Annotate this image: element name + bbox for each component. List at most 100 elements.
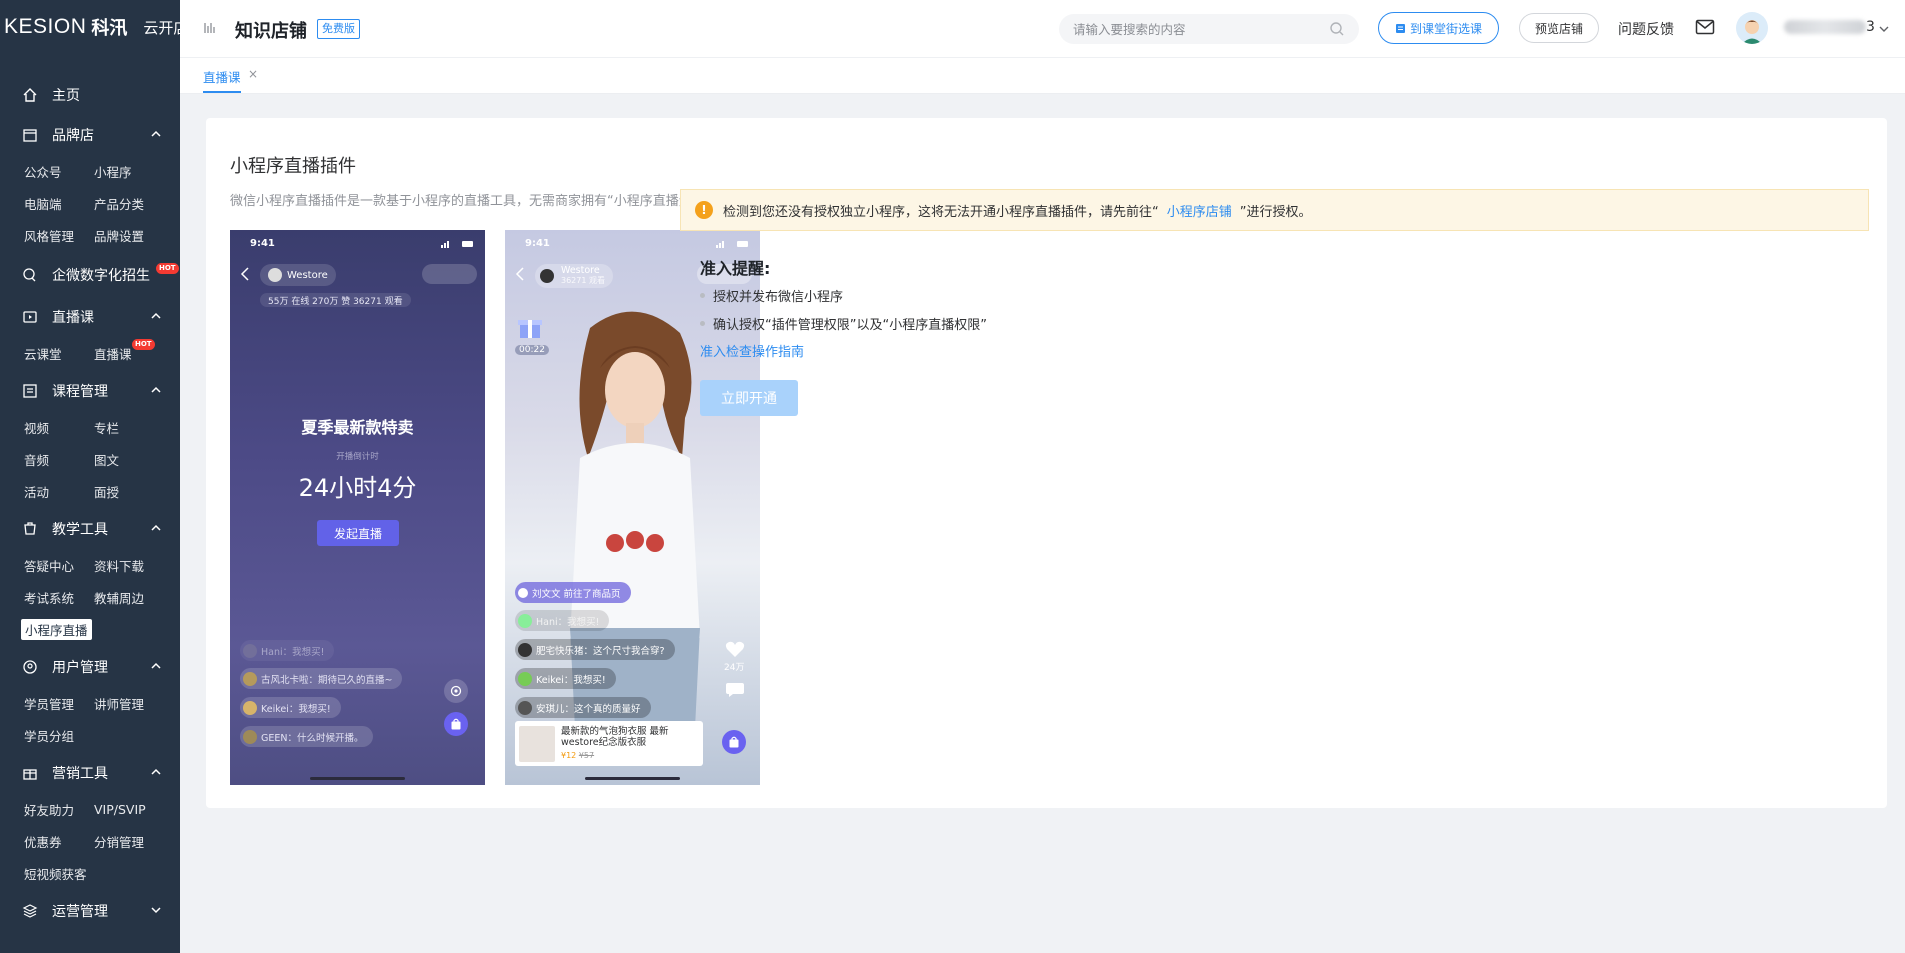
chat-avatar	[518, 671, 532, 686]
chat-text: Hani：我想买!	[536, 616, 600, 628]
search-icon[interactable]	[1329, 21, 1345, 37]
sidebar-item-event[interactable]: 活动	[24, 475, 94, 507]
sidebar-item-merch[interactable]: 教辅周边	[94, 581, 180, 613]
sidebar-group-teaching[interactable]: 教学工具	[0, 509, 180, 549]
settings-gear-icon	[444, 679, 468, 703]
room-viewers: 36271 观看	[561, 276, 605, 285]
activate-button[interactable]: 立即开通	[700, 380, 798, 416]
avatar-icon	[1736, 12, 1768, 44]
sidebar-group-label: 运营管理	[52, 904, 108, 920]
sidebar-item-students[interactable]: 学员管理	[24, 687, 94, 719]
sidebar-item-video[interactable]: 视频	[24, 411, 94, 443]
guide-link[interactable]: 准入检查操作指南	[700, 341, 804, 360]
mail-icon[interactable]	[1695, 19, 1715, 35]
back-arrow-icon	[240, 267, 249, 281]
sidebar-item-miniprogram[interactable]: 小程序	[94, 155, 180, 187]
sidebar-item-brand-settings[interactable]: 品牌设置	[94, 219, 180, 251]
sidebar-item-label: 答疑中心	[24, 558, 75, 574]
user-avatar[interactable]	[1736, 12, 1768, 44]
sidebar-item-assist[interactable]: 好友助力	[24, 793, 94, 825]
chat-avatar	[518, 642, 532, 657]
chat-icon	[22, 267, 38, 283]
sidebar-item-label: 图文	[94, 452, 120, 468]
chat-text: 安琪儿：这个真的质量好	[536, 703, 641, 715]
chevron-down-icon	[151, 907, 161, 914]
sidebar-item-column[interactable]: 专栏	[94, 411, 180, 443]
sidebar-item-label: 小程序	[94, 164, 132, 180]
sidebar-item-exam[interactable]: 考试系统	[24, 581, 94, 613]
sidebar-group-label: 课程管理	[52, 384, 108, 400]
sidebar-item-distribution[interactable]: 分销管理	[94, 825, 180, 857]
chevron-down-icon[interactable]	[1878, 24, 1890, 34]
tab-close-icon[interactable]: ×	[248, 67, 258, 81]
sidebar-item-label: 好友助力	[24, 802, 75, 818]
book-icon	[1395, 23, 1405, 33]
heart-icon	[725, 641, 745, 657]
sidebar-item-label: 短视频获客	[24, 866, 87, 882]
alert-text-pre: 检测到您还没有授权独立小程序，这将无法开通小程序直播插件，请先前往“	[723, 204, 1159, 220]
room-name: Westore	[287, 269, 328, 281]
chevron-up-icon	[151, 524, 161, 531]
product-title: 最新款的气泡狗衣服 最新westore纪念版衣服	[561, 726, 669, 748]
chat-text: GEEN：什么时候开播。	[261, 732, 364, 744]
countdown-value: 24小时4分	[298, 474, 417, 502]
sidebar-group-operations[interactable]: 运营管理	[0, 891, 180, 931]
chevron-up-icon	[151, 130, 161, 137]
sidebar-item-downloads[interactable]: 资料下载	[94, 549, 180, 581]
sidebar-group-live[interactable]: 直播课	[0, 297, 180, 337]
sidebar-group-wecom[interactable]: 企微数字化招生 HOT	[0, 255, 180, 295]
requirements-title: 准入提醒:	[700, 259, 771, 278]
sidebar-item-label: 公众号	[24, 164, 62, 180]
sidebar-item-teachers[interactable]: 讲师管理	[94, 687, 180, 719]
sidebar-item-audio[interactable]: 音频	[24, 443, 94, 475]
user-name[interactable]: 3	[1784, 19, 1875, 35]
shopping-bag-icon	[444, 712, 468, 736]
collapse-menu-icon[interactable]	[203, 21, 217, 35]
sidebar-item-label: 电脑端	[24, 196, 62, 212]
gift-icon	[518, 320, 542, 338]
sidebar-item-label: 专栏	[94, 420, 120, 436]
sidebar-item-mp[interactable]: 公众号	[24, 155, 94, 187]
live-headline: 夏季最新款特卖	[301, 418, 414, 437]
sidebar-item-home[interactable]: 主页	[0, 75, 180, 115]
preview-shop-button[interactable]: 预览店铺	[1519, 13, 1599, 43]
like-count: 24万	[724, 663, 745, 673]
chevron-up-icon	[151, 386, 161, 393]
sidebar-group-brand[interactable]: 品牌店	[0, 115, 180, 155]
sidebar-item-live-course[interactable]: 直播课 HOT	[94, 337, 180, 369]
sidebar-group-users[interactable]: 用户管理	[0, 647, 180, 687]
capsule-menu	[422, 264, 477, 284]
comment-icon	[726, 683, 744, 697]
course-street-button[interactable]: 到课堂街选课	[1378, 12, 1499, 44]
sidebar-group-label: 品牌店	[52, 128, 94, 144]
chat-avatar	[518, 613, 532, 628]
sidebar-item-student-groups[interactable]: 学员分组	[24, 719, 94, 751]
sidebar-item-qa[interactable]: 答疑中心	[24, 549, 94, 581]
feedback-link[interactable]: 问题反馈	[1618, 19, 1674, 39]
sidebar-item-coupons[interactable]: 优惠券	[24, 825, 94, 857]
requirement-item: 授权并发布微信小程序	[700, 286, 843, 305]
sidebar-item-mini-live[interactable]: 小程序直播	[21, 613, 94, 645]
brand-subtitle: 云开店	[143, 18, 180, 37]
sidebar-item-label: 考试系统	[24, 590, 75, 606]
sidebar-item-style[interactable]: 风格管理	[24, 219, 94, 251]
mini-shop-link[interactable]: 小程序店铺	[1167, 201, 1232, 220]
sidebar-item-offline[interactable]: 面授	[94, 475, 180, 507]
course-street-label: 到课堂街选课	[1409, 21, 1482, 36]
hot-badge: HOT	[132, 339, 155, 350]
sidebar-item-article[interactable]: 图文	[94, 443, 180, 475]
sidebar-item-cloud-class[interactable]: 云课堂	[24, 337, 94, 369]
shopping-bag-icon	[722, 730, 746, 754]
brand-logo[interactable]: KESION 科汛 云开店	[0, 0, 180, 54]
chevron-up-icon	[151, 662, 161, 669]
sidebar-item-pc[interactable]: 电脑端	[24, 187, 94, 219]
sidebar-group-course[interactable]: 课程管理	[0, 371, 180, 411]
sidebar-item-short-video[interactable]: 短视频获客	[24, 857, 94, 889]
sidebar-item-category[interactable]: 产品分类	[94, 187, 180, 219]
sidebar-group-marketing[interactable]: 营销工具	[0, 753, 180, 793]
sidebar-item-vip[interactable]: VIP/SVIP	[94, 793, 180, 825]
search-input[interactable]	[1059, 14, 1359, 44]
tab-live-course[interactable]: 直播课	[203, 67, 241, 93]
sidebar-item-label: 学员分组	[24, 728, 75, 744]
sidebar-item-label: 云课堂	[24, 346, 62, 362]
